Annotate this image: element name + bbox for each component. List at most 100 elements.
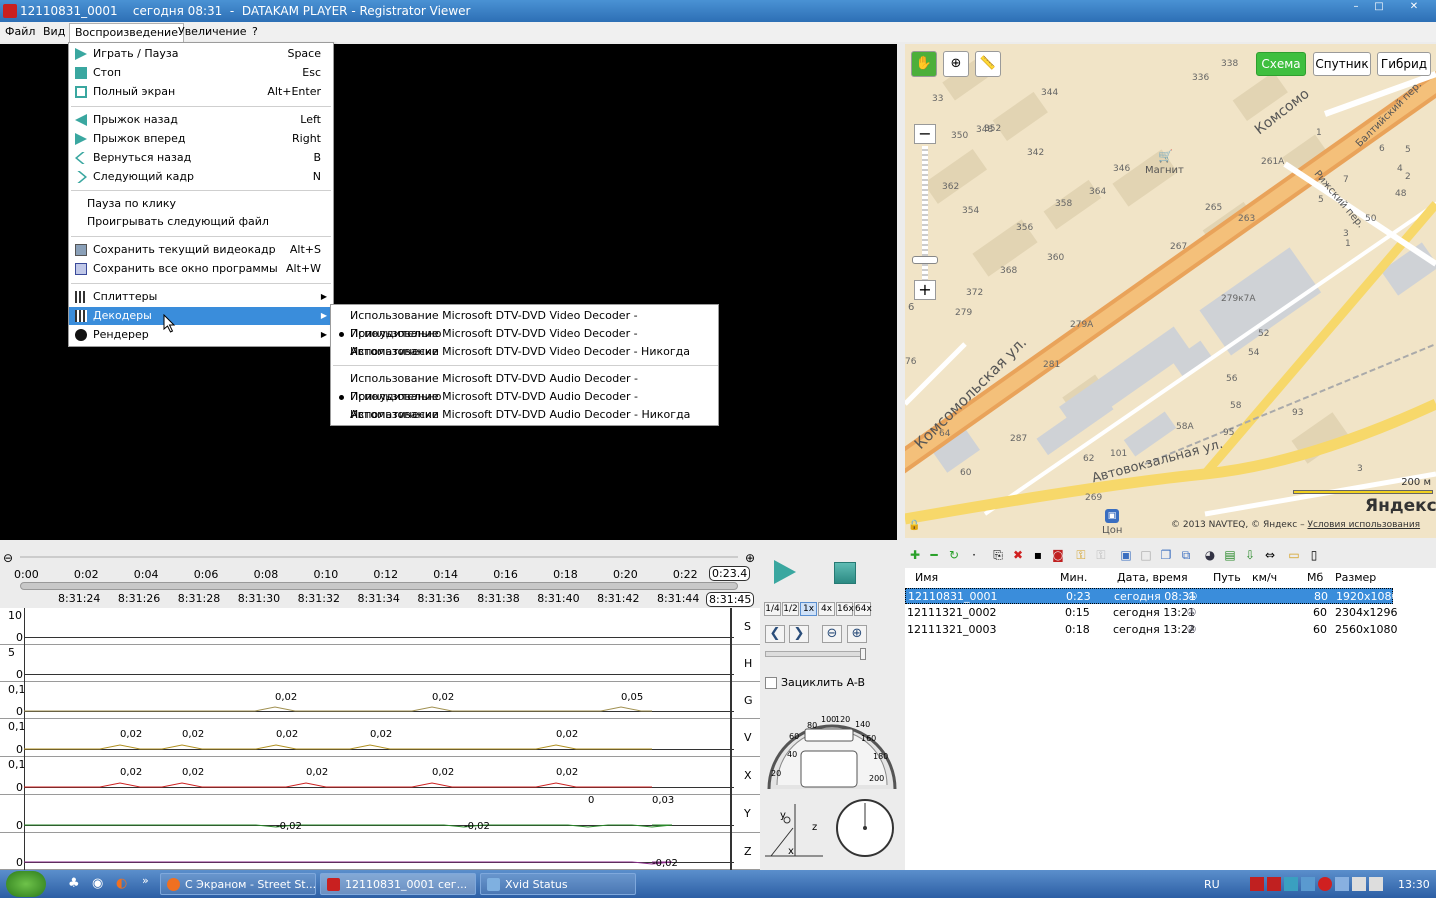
add-file-icon[interactable]: ▣: [1119, 548, 1133, 562]
speed-button[interactable]: 1/4: [764, 602, 781, 616]
copy-icon[interactable]: ⎘: [991, 548, 1005, 562]
speaker-icon[interactable]: [1369, 877, 1383, 891]
expand-icon[interactable]: »: [142, 874, 149, 887]
refresh-icon[interactable]: ↻: [947, 548, 961, 562]
menu-item[interactable]: Сохранить текущий видеокадр Alt+S: [69, 241, 333, 259]
resize-icon[interactable]: ⇔: [1263, 548, 1277, 562]
column-speed[interactable]: км/ч: [1252, 571, 1277, 584]
zoom-handle[interactable]: [912, 256, 938, 264]
submenu-item[interactable]: Использование Microsoft DTV-DVD Video De…: [331, 343, 718, 361]
zoom-out-icon[interactable]: ⊖: [3, 551, 13, 565]
zoom-slider[interactable]: − +: [912, 124, 938, 304]
dot-icon[interactable]: ·: [967, 548, 981, 562]
speaker-icon[interactable]: [1352, 877, 1366, 891]
submenu-item[interactable]: Использование Microsoft DTV-DVD Video De…: [331, 307, 718, 340]
menu-item[interactable]: Прыжок вперед Right: [69, 130, 333, 148]
submenu-item[interactable]: Использование Microsoft DTV-DVD Audio De…: [331, 370, 718, 403]
export-icon[interactable]: ⇩: [1243, 548, 1257, 562]
submenu-item[interactable]: Использование Microsoft DTV-DVD Video De…: [331, 325, 718, 358]
folder-icon[interactable]: ▭: [1287, 548, 1301, 562]
menu-item[interactable]: Прыжок назад Left: [69, 111, 333, 129]
globe-icon[interactable]: ◕: [1203, 548, 1217, 562]
zoom-out-icon[interactable]: −: [914, 124, 936, 144]
volume-slider[interactable]: [765, 651, 866, 657]
horizontal-scrollbar[interactable]: [20, 556, 738, 558]
tray-icon[interactable]: [1267, 877, 1281, 891]
chart-icon[interactable]: ▤: [1223, 548, 1237, 562]
column-datetime[interactable]: Дата, время: [1117, 571, 1188, 584]
submenu-item[interactable]: Использование Microsoft DTV-DVD Audio De…: [331, 406, 718, 424]
volume-handle[interactable]: [860, 648, 866, 660]
file-row[interactable]: 12111321_0002 0:15 сегодня 13:21 ✇ 60 2304x12…: [905, 605, 1398, 621]
tray-icon[interactable]: [1335, 877, 1349, 891]
start-button[interactable]: [6, 871, 46, 897]
tray-icon[interactable]: [1284, 877, 1298, 891]
quicklaunch-icon[interactable]: ◉: [92, 876, 103, 891]
speed-button[interactable]: 16x: [836, 602, 854, 616]
tray-icon[interactable]: [1250, 877, 1264, 891]
timeline[interactable]: ⊖ ⊕ 0:00 0:02 0:04 0:06 0:08 0:10 0:12 0:14 0:16…: [0, 548, 760, 608]
firefox-icon[interactable]: ◐: [116, 876, 127, 891]
column-path[interactable]: Путь: [1213, 571, 1241, 584]
menu-view[interactable]: Вид: [40, 25, 68, 38]
menu-file[interactable]: Файл: [2, 25, 38, 38]
save-icon[interactable]: ▪: [1031, 548, 1045, 562]
zoom-tool-icon[interactable]: ⊕: [943, 51, 969, 77]
column-name[interactable]: Имя: [915, 571, 938, 584]
menu-help[interactable]: ?: [249, 25, 261, 38]
delete-icon[interactable]: ✖: [1011, 548, 1025, 562]
menu-item[interactable]: Следующий кадр N: [69, 168, 333, 186]
stop-button[interactable]: [834, 562, 856, 584]
key-icon[interactable]: ⚿: [1074, 548, 1088, 562]
next-arrow-icon[interactable]: ❯: [789, 625, 809, 643]
menu-item[interactable]: Пауза по клику: [69, 195, 333, 213]
remove-icon[interactable]: ━: [927, 548, 941, 562]
add-icon[interactable]: ✚: [908, 548, 922, 562]
terms-link[interactable]: Условия использования: [1307, 520, 1420, 530]
hand-tool-icon[interactable]: ✋: [911, 51, 937, 77]
menu-item[interactable]: Декодеры ▶: [69, 307, 333, 325]
menu-item[interactable]: Проигрывать следующий файл: [69, 213, 333, 231]
menu-playback[interactable]: Воспроизведение: [69, 23, 184, 43]
menu-zoom[interactable]: Увеличение: [175, 25, 250, 38]
speed-button[interactable]: 1x: [800, 602, 817, 616]
maximize-button[interactable]: □: [1368, 0, 1390, 14]
menu-item[interactable]: Рендерер ▶: [69, 326, 333, 344]
taskbar-task[interactable]: С Экраном - Street St...: [160, 873, 316, 895]
tray-icon[interactable]: [1318, 877, 1332, 891]
language-indicator[interactable]: RU: [1204, 878, 1220, 891]
file-row[interactable]: 12110831_0001 0:23 сегодня 08:31 ✇ 80 1920x10…: [905, 588, 1399, 604]
tab-hybrid[interactable]: Гибрид: [1377, 52, 1431, 76]
document-icon[interactable]: ▯: [1307, 548, 1321, 562]
menu-item[interactable]: Вернуться назад B: [69, 149, 333, 167]
menu-item[interactable]: Сплиттеры ▶: [69, 288, 333, 306]
close-button[interactable]: ✕: [1403, 0, 1425, 14]
menu-item[interactable]: Полный экран Alt+Enter: [69, 83, 333, 101]
quicklaunch-icon[interactable]: ♣: [68, 876, 80, 891]
layout-icon[interactable]: ⧉: [1179, 548, 1193, 562]
prev-arrow-icon[interactable]: ❮: [765, 625, 785, 643]
column-size[interactable]: Размер: [1335, 571, 1376, 584]
taskbar-task[interactable]: Xvid Status: [480, 873, 636, 895]
zoom-minus-icon[interactable]: ⊖: [822, 625, 842, 643]
map-view[interactable]: ✋ ⊕ 📏 Схема Спутник Гибрид − + Комсомоль…: [905, 44, 1436, 538]
tab-satellite[interactable]: Спутник: [1313, 52, 1371, 76]
key-disabled-icon[interactable]: ⚿: [1094, 548, 1108, 562]
file-row[interactable]: 12111321_0003 0:18 сегодня 13:22 ✇ 60 2560x10…: [905, 622, 1398, 638]
tab-scheme[interactable]: Схема: [1256, 52, 1306, 76]
camera-icon[interactable]: ◙: [1051, 548, 1065, 562]
zoom-in-icon[interactable]: ⊕: [745, 551, 755, 565]
blank-icon[interactable]: □: [1139, 548, 1153, 562]
submenu-item[interactable]: Использование Microsoft DTV-DVD Audio De…: [331, 388, 718, 421]
minimize-button[interactable]: –: [1345, 0, 1367, 14]
play-button[interactable]: [774, 560, 796, 584]
zoom-in-icon[interactable]: +: [914, 280, 936, 300]
menu-item[interactable]: Сохранить все окно программы Alt+W: [69, 260, 333, 278]
tray-icon[interactable]: [1301, 877, 1315, 891]
menu-item[interactable]: Играть / Пауза Space: [69, 45, 333, 63]
speed-button[interactable]: 64x: [854, 602, 872, 616]
menu-item[interactable]: Стоп Esc: [69, 64, 333, 82]
seek-bar[interactable]: [20, 582, 738, 590]
column-mb[interactable]: Мб: [1307, 571, 1323, 584]
column-min[interactable]: Мин.: [1060, 571, 1087, 584]
